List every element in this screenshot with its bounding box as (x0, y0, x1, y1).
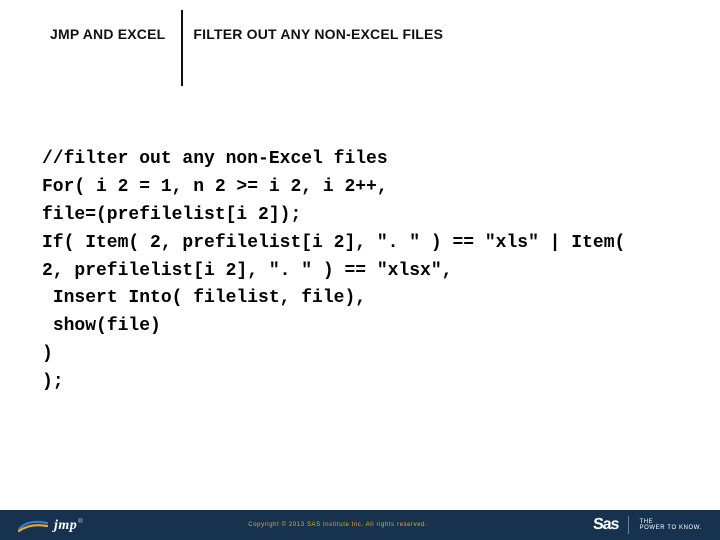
copyright-text: Copyright © 2013 SAS Institute Inc. All … (83, 522, 593, 528)
jmp-text: jmp (54, 518, 77, 533)
code-line: ); (42, 372, 64, 392)
sas-logo: Sas (593, 516, 618, 534)
footer-left: jmp® (0, 516, 83, 534)
code-line: For( i 2 = 1, n 2 >= i 2, i 2++, (42, 177, 388, 197)
sas-tagline: THE POWER TO KNOW. (639, 519, 702, 531)
code-line: //filter out any non-Excel files (42, 149, 388, 169)
header-label-left: JMP AND EXCEL (50, 18, 175, 86)
header-divider (181, 10, 183, 86)
footer-bar: jmp® Copyright © 2013 SAS Institute Inc.… (0, 510, 720, 540)
code-line: 2, prefilelist[i 2], ". " ) == "xlsx", (42, 261, 452, 281)
code-line: ) (42, 344, 53, 364)
code-line: file=(prefilelist[i 2]); (42, 205, 301, 225)
code-line: show(file) (42, 316, 161, 336)
sas-logo-text: Sas (592, 516, 619, 534)
tagline-line-2: POWER TO KNOW. (639, 525, 702, 531)
header-label-right: FILTER OUT ANY NON-EXCEL FILES (191, 18, 443, 86)
code-line: Insert Into( filelist, file), (42, 288, 366, 308)
code-block: //filter out any non-Excel files For( i … (0, 86, 720, 397)
footer-divider (628, 516, 629, 534)
jmp-logo-text: jmp® (54, 516, 83, 534)
footer-right: Sas THE POWER TO KNOW. (593, 516, 720, 534)
slide: JMP AND EXCEL FILTER OUT ANY NON-EXCEL F… (0, 0, 720, 540)
code-line: If( Item( 2, prefilelist[i 2], ". " ) ==… (42, 233, 625, 253)
slide-header: JMP AND EXCEL FILTER OUT ANY NON-EXCEL F… (0, 0, 720, 86)
jmp-swoosh-icon (18, 517, 48, 533)
